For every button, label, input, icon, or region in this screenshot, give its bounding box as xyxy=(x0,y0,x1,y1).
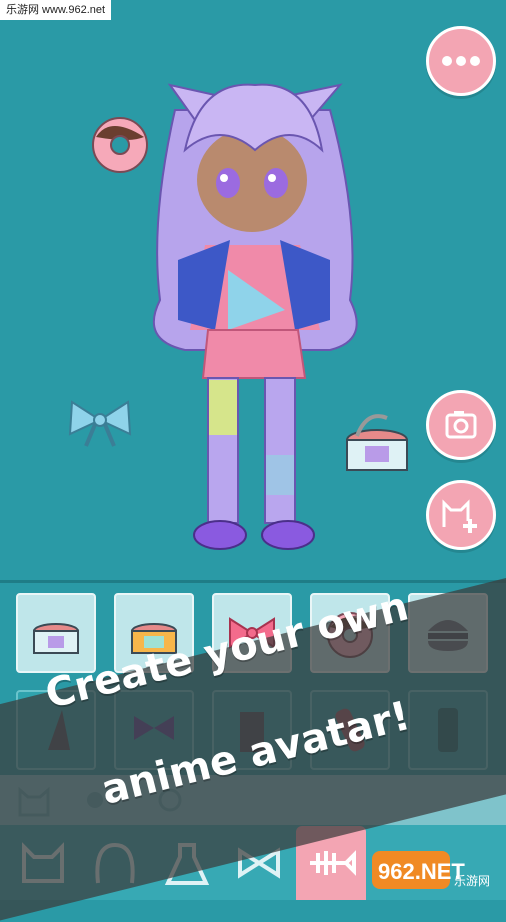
logo-mark: 962.NET 乐游网 xyxy=(372,851,490,889)
logo-subtext: 乐游网 xyxy=(454,874,490,888)
character-stage xyxy=(0,0,506,580)
camera-button[interactable] xyxy=(426,390,496,460)
watermark: 乐游网 www.962.net xyxy=(0,0,112,20)
avatar-illustration xyxy=(68,83,408,550)
blue-bow-sticker xyxy=(68,400,132,447)
cat-can-sticker xyxy=(346,414,408,471)
add-avatar-button[interactable] xyxy=(426,480,496,550)
more-button[interactable] xyxy=(426,26,496,96)
cat-plus-icon xyxy=(442,499,477,533)
cat-food-can-icon xyxy=(33,623,79,654)
closet-item-cat-can[interactable] xyxy=(16,593,96,673)
ellipsis-icon xyxy=(442,56,480,66)
site-logo: 962.NET 乐游网 xyxy=(370,845,500,895)
fishbone-icon xyxy=(310,850,356,876)
logo-text: 962.NET xyxy=(378,859,465,884)
camera-icon xyxy=(445,411,477,439)
donut-sticker xyxy=(92,117,148,173)
